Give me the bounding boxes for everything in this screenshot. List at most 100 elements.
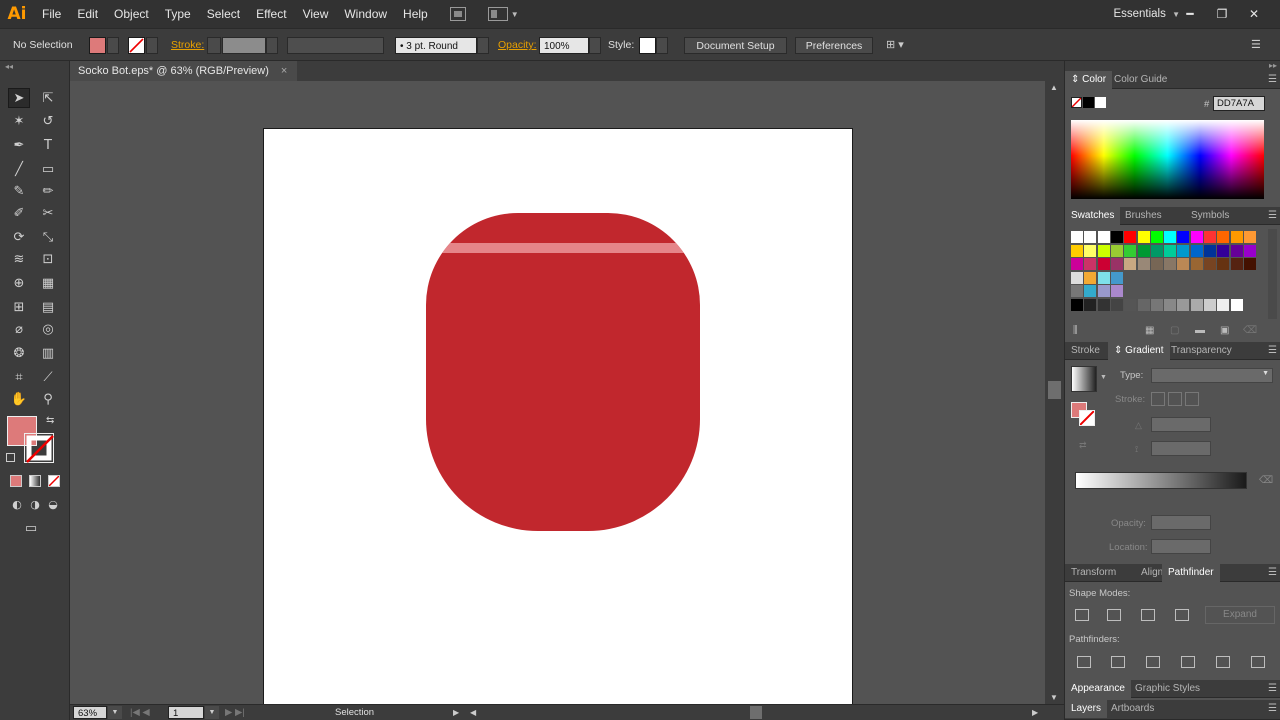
color-mode-button[interactable] xyxy=(10,475,22,487)
shape-builder-tool-icon[interactable]: ⊕ xyxy=(8,273,30,293)
menu-file[interactable]: File xyxy=(34,0,69,28)
type-tool-icon[interactable]: T xyxy=(37,135,59,155)
current-tool-status[interactable]: Selection xyxy=(335,706,374,719)
swatch-libraries-icon[interactable]: ⫼ xyxy=(1073,325,1078,336)
color-swatch[interactable] xyxy=(1204,231,1216,243)
preferences-button[interactable]: Preferences xyxy=(795,37,873,54)
stroke-indicator[interactable] xyxy=(1079,410,1095,426)
exclude-icon[interactable] xyxy=(1175,609,1189,621)
gradient-type-select[interactable]: ▼ xyxy=(1151,368,1273,383)
panel-dock-grip[interactable]: ▸▸ xyxy=(1065,61,1280,71)
gradient-slider[interactable] xyxy=(1075,472,1247,489)
opacity-field[interactable]: 100% xyxy=(539,37,589,54)
opacity-dropdown[interactable] xyxy=(589,37,601,54)
color-swatch[interactable] xyxy=(1217,244,1230,257)
menu-effect[interactable]: Effect xyxy=(248,0,294,28)
artboard-dropdown-icon[interactable]: ▼ xyxy=(205,706,219,719)
document-tab[interactable]: Socko Bot.eps* @ 63% (RGB/Preview) × xyxy=(70,61,298,81)
panel-menu-icon[interactable]: ☰ xyxy=(1268,207,1277,225)
color-swatch[interactable] xyxy=(1084,285,1097,297)
color-swatch[interactable] xyxy=(1230,258,1243,270)
magic-wand-tool-icon[interactable]: ✶ xyxy=(8,111,30,131)
column-graph-tool-icon[interactable]: ▥ xyxy=(37,343,59,363)
hand-tool-icon[interactable]: ✋ xyxy=(8,389,30,409)
next-artboard-icon[interactable]: ▶ ▶| xyxy=(225,706,245,719)
color-swatch[interactable] xyxy=(1150,244,1163,257)
stroke-gradient-within-icon[interactable] xyxy=(1151,392,1165,406)
blob-brush-tool-icon[interactable]: ✐ xyxy=(8,203,30,223)
selection-tool-icon[interactable]: ➤ xyxy=(8,88,30,108)
divide-icon[interactable] xyxy=(1077,656,1091,668)
tab-stroke[interactable]: Stroke xyxy=(1065,342,1106,360)
color-swatch[interactable] xyxy=(1177,298,1190,311)
merge-icon[interactable] xyxy=(1146,656,1160,668)
fill-dropdown[interactable] xyxy=(107,37,119,54)
color-swatch[interactable] xyxy=(1071,271,1083,284)
canvas-area[interactable] xyxy=(70,81,1045,704)
restore-icon[interactable]: ❐ xyxy=(1206,7,1238,21)
trim-icon[interactable] xyxy=(1111,656,1125,668)
swatch-options-icon[interactable]: ▢ xyxy=(1170,325,1179,336)
first-artboard-icon[interactable]: |◀ ◀ xyxy=(130,706,150,719)
color-swatch[interactable] xyxy=(1230,298,1243,311)
color-swatch[interactable] xyxy=(1137,258,1150,270)
scroll-up-icon[interactable]: ▲ xyxy=(1050,83,1058,92)
color-swatch[interactable] xyxy=(1110,231,1123,243)
swap-colors-icon[interactable]: ⇆ xyxy=(46,415,54,426)
delete-swatch-icon[interactable]: ⌫ xyxy=(1243,325,1257,336)
opacity-label[interactable]: Opacity: xyxy=(498,37,537,54)
color-swatch[interactable] xyxy=(1124,258,1137,270)
menu-object[interactable]: Object xyxy=(106,0,157,28)
color-swatch[interactable] xyxy=(1177,244,1190,257)
color-swatch[interactable] xyxy=(1137,231,1150,243)
color-spectrum[interactable] xyxy=(1071,120,1264,199)
menu-view[interactable]: View xyxy=(295,0,337,28)
stroke-swatch[interactable] xyxy=(128,37,145,54)
swatches-scrollbar[interactable] xyxy=(1268,229,1277,319)
color-swatch[interactable] xyxy=(1204,244,1216,257)
pencil-tool-icon[interactable]: ✏ xyxy=(37,181,59,201)
color-swatch[interactable] xyxy=(1217,258,1230,270)
tab-color[interactable]: ⇕ Color xyxy=(1065,71,1113,89)
stroke-weight-stepper[interactable] xyxy=(207,37,221,54)
variable-width-profile[interactable] xyxy=(287,37,384,54)
new-swatch-icon[interactable]: ▣ xyxy=(1220,325,1229,336)
highlight-stripe[interactable] xyxy=(426,243,700,253)
color-swatch[interactable] xyxy=(1124,231,1137,243)
pen-tool-icon[interactable]: ✒ xyxy=(8,135,30,155)
color-swatch[interactable] xyxy=(1164,258,1177,270)
document-setup-button[interactable]: Document Setup xyxy=(684,37,787,54)
rounded-body-shape[interactable] xyxy=(426,213,700,531)
stroke-label[interactable]: Stroke: xyxy=(171,37,204,54)
minus-front-icon[interactable] xyxy=(1107,609,1121,621)
none-swatch-icon[interactable] xyxy=(1071,97,1082,108)
scale-tool-icon[interactable]: ⤡ xyxy=(37,227,59,247)
color-swatch[interactable] xyxy=(1110,285,1123,297)
color-swatch[interactable] xyxy=(1150,231,1163,243)
scissors-tool-icon[interactable]: ✂ xyxy=(37,203,59,223)
panel-menu-icon[interactable]: ☰ xyxy=(1268,342,1277,360)
close-icon[interactable]: × xyxy=(281,65,287,77)
symbol-sprayer-tool-icon[interactable]: ❂ xyxy=(8,343,30,363)
panel-menu-icon[interactable]: ☰ xyxy=(1268,680,1277,698)
color-swatch[interactable] xyxy=(1230,244,1243,257)
vertical-scrollbar[interactable]: ▲ ▼ xyxy=(1045,81,1064,704)
white-swatch[interactable] xyxy=(1095,97,1106,108)
workspace-switcher[interactable]: Essentials ▼ xyxy=(1113,0,1180,29)
color-swatch[interactable] xyxy=(1084,231,1097,243)
default-colors-icon[interactable] xyxy=(6,453,15,462)
zoom-dropdown-icon[interactable]: ▼ xyxy=(108,706,122,719)
unite-icon[interactable] xyxy=(1075,609,1089,621)
stroke-color-box[interactable] xyxy=(24,433,54,463)
color-swatch[interactable] xyxy=(1164,231,1177,243)
menu-edit[interactable]: Edit xyxy=(69,0,106,28)
minimize-icon[interactable]: ━ xyxy=(1174,7,1206,21)
bridge-icon[interactable] xyxy=(449,7,466,21)
tab-layers[interactable]: Layers xyxy=(1065,700,1108,718)
stroke-gradient-across-icon[interactable] xyxy=(1185,392,1199,406)
tab-transform[interactable]: Transform xyxy=(1065,564,1122,582)
color-swatch[interactable] xyxy=(1243,258,1256,270)
tab-graphic-styles[interactable]: Graphic Styles xyxy=(1129,680,1206,698)
new-color-group-icon[interactable]: ▬ xyxy=(1195,325,1205,336)
color-swatch[interactable] xyxy=(1243,231,1256,243)
